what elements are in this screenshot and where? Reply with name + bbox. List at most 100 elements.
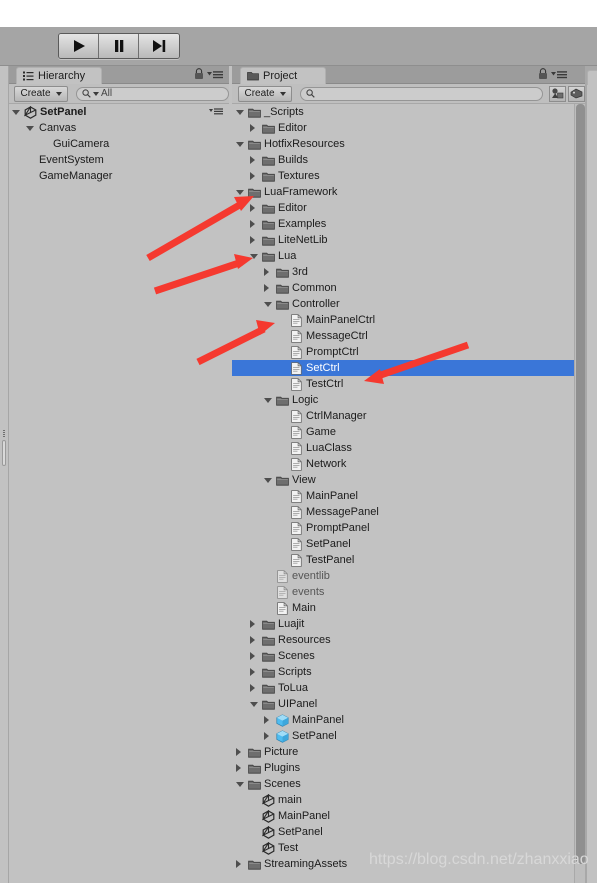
splitter-grip[interactable] bbox=[2, 440, 6, 466]
tree-row[interactable]: View bbox=[232, 472, 574, 488]
tree-row[interactable]: Examples bbox=[232, 216, 574, 232]
tree-row[interactable]: ToLua bbox=[232, 680, 574, 696]
tree-row[interactable]: Scenes bbox=[232, 648, 574, 664]
chevron-down-icon[interactable] bbox=[236, 141, 247, 147]
pause-button[interactable] bbox=[99, 34, 139, 58]
tree-row[interactable]: SetPanel bbox=[232, 824, 574, 840]
tree-row[interactable]: Logic bbox=[232, 392, 574, 408]
tree-row[interactable]: SetPanel bbox=[8, 104, 229, 120]
tab-hierarchy[interactable]: Hierarchy bbox=[16, 67, 102, 84]
chevron-down-icon[interactable] bbox=[26, 125, 37, 131]
chevron-right-icon[interactable] bbox=[250, 684, 261, 692]
tree-row[interactable]: TestCtrl bbox=[232, 376, 574, 392]
tree-row[interactable]: Luajit bbox=[232, 616, 574, 632]
tree-row[interactable]: Common bbox=[232, 280, 574, 296]
hierarchy-create-button[interactable]: Create bbox=[14, 85, 68, 102]
menu-icon[interactable] bbox=[207, 69, 223, 79]
chevron-right-icon[interactable] bbox=[250, 124, 261, 132]
hierarchy-tree[interactable]: SetPanel Canvas GuiCamera EventSystem GameMa… bbox=[8, 104, 229, 883]
tree-row[interactable]: _Scripts bbox=[232, 104, 574, 120]
tree-row[interactable]: LuaFramework bbox=[232, 184, 574, 200]
chevron-right-icon[interactable] bbox=[236, 748, 247, 756]
chevron-right-icon[interactable] bbox=[250, 652, 261, 660]
chevron-right-icon[interactable] bbox=[250, 236, 261, 244]
tree-row[interactable]: SetPanel bbox=[232, 536, 574, 552]
chevron-right-icon[interactable] bbox=[250, 156, 261, 164]
tree-row[interactable]: PromptPanel bbox=[232, 520, 574, 536]
left-splitter[interactable] bbox=[0, 66, 9, 883]
tree-row[interactable]: Builds bbox=[232, 152, 574, 168]
tree-row[interactable]: HotfixResources bbox=[232, 136, 574, 152]
hierarchy-root-menu-icon[interactable] bbox=[209, 107, 223, 119]
chevron-right-icon[interactable] bbox=[264, 732, 275, 740]
chevron-right-icon[interactable] bbox=[250, 220, 261, 228]
tree-row[interactable]: MainPanel bbox=[232, 488, 574, 504]
tree-row[interactable]: Editor bbox=[232, 200, 574, 216]
chevron-right-icon[interactable] bbox=[250, 620, 261, 628]
chevron-down-icon[interactable] bbox=[236, 781, 247, 787]
lock-icon[interactable] bbox=[194, 68, 204, 80]
chevron-right-icon[interactable] bbox=[250, 172, 261, 180]
tree-row[interactable]: TestPanel bbox=[232, 552, 574, 568]
filter-by-type-icon[interactable] bbox=[549, 85, 567, 102]
tree-row[interactable]: MainPanel bbox=[232, 808, 574, 824]
tree-row[interactable]: MainPanel bbox=[232, 712, 574, 728]
play-button[interactable] bbox=[59, 34, 99, 58]
chevron-down-icon[interactable] bbox=[250, 253, 261, 259]
chevron-right-icon[interactable] bbox=[264, 716, 275, 724]
tab-project[interactable]: Project bbox=[240, 67, 326, 84]
tree-row[interactable]: Scripts bbox=[232, 664, 574, 680]
chevron-down-icon[interactable] bbox=[264, 477, 275, 483]
tree-row[interactable]: Resources bbox=[232, 632, 574, 648]
filter-by-label-icon[interactable] bbox=[568, 85, 585, 102]
tree-row[interactable]: Lua bbox=[232, 248, 574, 264]
tree-row[interactable]: Plugins bbox=[232, 760, 574, 776]
right-panel-tab[interactable] bbox=[587, 70, 597, 85]
tree-row[interactable]: Main bbox=[232, 600, 574, 616]
project-scrollbar[interactable] bbox=[574, 104, 585, 883]
tree-row[interactable]: SetCtrl bbox=[232, 360, 574, 376]
chevron-down-icon[interactable] bbox=[236, 109, 247, 115]
chevron-down-icon[interactable] bbox=[250, 701, 261, 707]
chevron-right-icon[interactable] bbox=[236, 860, 247, 868]
tree-row[interactable]: main bbox=[232, 792, 574, 808]
tree-row[interactable]: PromptCtrl bbox=[232, 344, 574, 360]
chevron-right-icon[interactable] bbox=[250, 668, 261, 676]
tree-row[interactable]: MessagePanel bbox=[232, 504, 574, 520]
tree-row[interactable]: 3rd bbox=[232, 264, 574, 280]
chevron-right-icon[interactable] bbox=[236, 764, 247, 772]
step-button[interactable] bbox=[139, 34, 179, 58]
tree-row[interactable]: UIPanel bbox=[232, 696, 574, 712]
project-search-input[interactable] bbox=[300, 86, 544, 101]
tree-row[interactable]: Canvas bbox=[8, 120, 229, 136]
tree-row[interactable]: MainPanelCtrl bbox=[232, 312, 574, 328]
tree-row[interactable]: Scenes bbox=[232, 776, 574, 792]
chevron-down-icon[interactable] bbox=[12, 109, 23, 115]
tree-row[interactable]: events bbox=[232, 584, 574, 600]
tree-row[interactable]: SetPanel bbox=[232, 728, 574, 744]
tree-row[interactable]: Game bbox=[232, 424, 574, 440]
chevron-right-icon[interactable] bbox=[264, 284, 275, 292]
tree-row[interactable]: MessageCtrl bbox=[232, 328, 574, 344]
tree-row[interactable]: LuaClass bbox=[232, 440, 574, 456]
chevron-down-icon[interactable] bbox=[264, 301, 275, 307]
tree-row[interactable]: eventlib bbox=[232, 568, 574, 584]
project-scrollbar-thumb[interactable] bbox=[576, 104, 585, 864]
chevron-right-icon[interactable] bbox=[250, 636, 261, 644]
tree-row[interactable]: GameManager bbox=[8, 168, 229, 184]
chevron-right-icon[interactable] bbox=[250, 204, 261, 212]
tree-row[interactable]: EventSystem bbox=[8, 152, 229, 168]
tree-row[interactable]: LiteNetLib bbox=[232, 232, 574, 248]
tree-row[interactable]: Network bbox=[232, 456, 574, 472]
project-tree[interactable]: _Scripts Editor HotfixResources Builds Textu… bbox=[232, 104, 574, 883]
hierarchy-search-input[interactable]: All bbox=[76, 86, 229, 101]
tree-row[interactable]: Editor bbox=[232, 120, 574, 136]
chevron-right-icon[interactable] bbox=[264, 268, 275, 276]
tree-row[interactable]: Textures bbox=[232, 168, 574, 184]
tree-row[interactable]: Picture bbox=[232, 744, 574, 760]
project-create-button[interactable]: Create bbox=[238, 85, 292, 102]
tree-row[interactable]: Controller bbox=[232, 296, 574, 312]
lock-icon[interactable] bbox=[538, 68, 548, 80]
tree-row[interactable]: GuiCamera bbox=[8, 136, 229, 152]
tree-row[interactable]: CtrlManager bbox=[232, 408, 574, 424]
